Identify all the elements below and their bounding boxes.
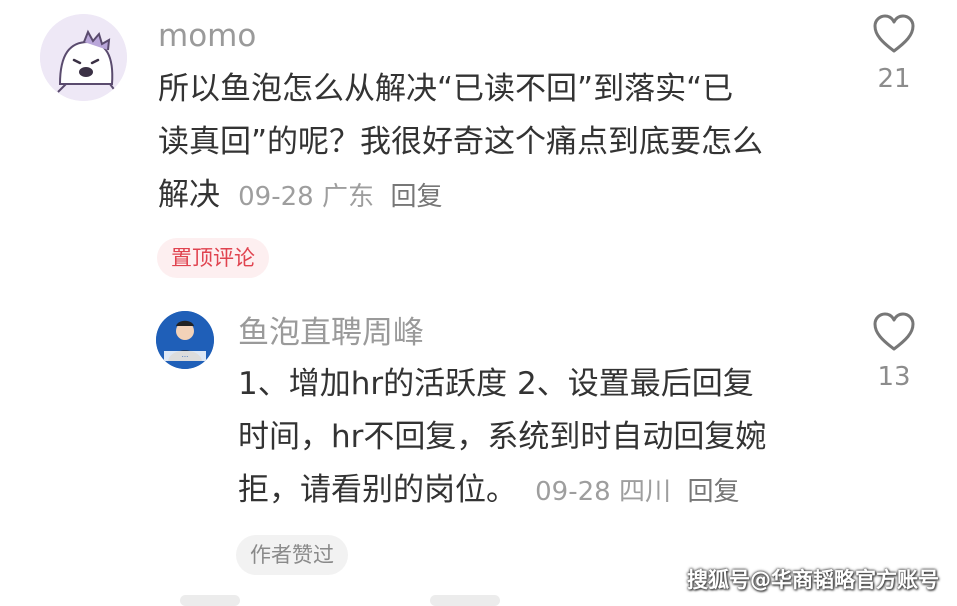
reply-location: 四川 xyxy=(618,477,671,507)
commenter-avatar[interactable] xyxy=(40,14,127,101)
reply-like-count: 13 xyxy=(877,362,911,392)
comment-line: 所以鱼泡怎么从解决“已读不回”到落实“已 xyxy=(158,71,734,107)
replier-username[interactable]: 鱼泡直聘周峰 xyxy=(238,315,424,351)
heart-outline-icon xyxy=(873,14,915,53)
reply-button[interactable]: 回复 xyxy=(391,182,443,212)
comment-text: 所以鱼泡怎么从解决“已读不回”到落实“已 读真回”的呢？我很好奇这个痛点到底要怎… xyxy=(158,63,838,224)
person-avatar-icon: ··· xyxy=(156,311,214,369)
replier-avatar[interactable]: ··· xyxy=(156,311,214,369)
reply-line-end: 拒，请看别的岗位。 xyxy=(238,472,517,508)
reply-like-button[interactable]: 13 xyxy=(866,312,922,392)
like-count: 21 xyxy=(877,64,911,94)
reply-meta: 09-28 四川 回复 xyxy=(527,477,740,507)
author-liked-badge: 作者赞过 xyxy=(236,535,348,575)
reply-text: 1、增加hr的活跃度 2、设置最后回复 时间，hr不回复，系统到时自动回复婉 拒… xyxy=(238,358,838,519)
comment-line-end: 解决 xyxy=(158,177,220,213)
heart-outline-icon xyxy=(873,312,915,351)
like-button[interactable]: 21 xyxy=(866,14,922,94)
next-item-placeholder xyxy=(430,595,500,606)
commenter-username[interactable]: momo xyxy=(158,18,256,54)
dinosaur-avatar-icon xyxy=(40,14,127,101)
reply-line: 拒，请看别的岗位。 09-28 四川 回复 xyxy=(238,464,838,519)
comment-line: 解决 09-28 广东 回复 xyxy=(158,169,838,224)
reply-line: 时间，hr不回复，系统到时自动回复婉 xyxy=(238,419,767,455)
reply-line: 1、增加hr的活跃度 2、设置最后回复 xyxy=(238,366,754,402)
svg-text:···: ··· xyxy=(182,353,189,361)
comment-date: 09-28 xyxy=(238,182,314,212)
reply-date: 09-28 xyxy=(535,477,611,507)
watermark: 搜狐号@华商韬略官方账号 xyxy=(687,568,939,592)
reply-reply-button[interactable]: 回复 xyxy=(688,477,740,507)
comment-meta: 09-28 广东 回复 xyxy=(230,182,443,212)
next-item-placeholder xyxy=(180,595,240,606)
comment-location: 广东 xyxy=(321,182,374,212)
pinned-comment-badge: 置顶评论 xyxy=(157,238,269,278)
comment-line: 读真回”的呢？我很好奇这个痛点到底要怎么 xyxy=(158,124,764,160)
